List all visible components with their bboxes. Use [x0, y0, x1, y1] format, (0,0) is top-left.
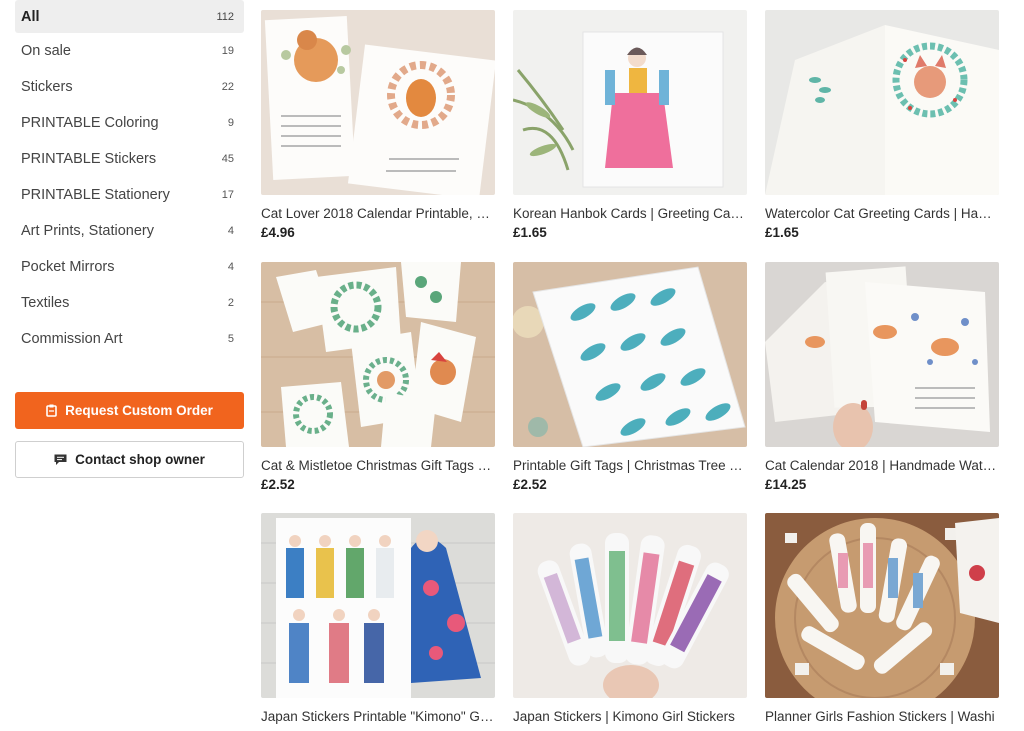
listing-card[interactable]: Planner Girls Fashion Stickers | Washi [765, 513, 999, 724]
listing-card[interactable]: Cat & Mistletoe Christmas Gift Tags Prin… [261, 262, 495, 492]
category-list: All 112 On sale 19 Stickers 22 PRINTABLE Co… [15, 0, 244, 357]
listing-image[interactable] [765, 10, 999, 195]
chat-icon [54, 454, 67, 466]
listing-card[interactable]: Cat Lover 2018 Calendar Printable, Month… [261, 10, 495, 240]
listing-image[interactable] [513, 262, 747, 447]
category-count: 4 [227, 225, 234, 237]
listing-title[interactable]: Planner Girls Fashion Stickers | Washi [765, 709, 999, 724]
clipboard-icon [46, 404, 57, 417]
category-label: Art Prints, Stationery [21, 223, 154, 239]
category-on-sale[interactable]: On sale 19 [15, 33, 244, 69]
category-pocket-mirrors[interactable]: Pocket Mirrors 4 [15, 249, 244, 285]
listing-card[interactable]: Japan Stickers | Kimono Girl Stickers [513, 513, 747, 724]
listing-card[interactable]: Cat Calendar 2018 | Handmade Watercolor … [765, 262, 999, 492]
category-label: On sale [21, 43, 71, 59]
category-count: 5 [227, 333, 234, 345]
category-count: 45 [221, 153, 234, 165]
listing-price: £1.65 [513, 225, 547, 240]
listing-price: £2.52 [513, 477, 547, 492]
listing-image[interactable] [261, 10, 495, 195]
category-label: Stickers [21, 79, 73, 95]
category-count: 2 [227, 297, 234, 309]
category-commission-art[interactable]: Commission Art 5 [15, 321, 244, 357]
category-label: Textiles [21, 295, 70, 311]
listing-image[interactable] [765, 513, 999, 698]
listing-card[interactable]: Japan Stickers Printable "Kimono" Girls [261, 513, 495, 724]
category-label: Pocket Mirrors [21, 259, 115, 275]
category-label: PRINTABLE Coloring [21, 115, 159, 131]
contact-shop-owner-button[interactable]: Contact shop owner [15, 441, 244, 478]
category-count: 9 [227, 117, 234, 129]
category-label: Commission Art [21, 331, 123, 347]
category-textiles[interactable]: Textiles 2 [15, 285, 244, 321]
listing-title[interactable]: Japan Stickers Printable "Kimono" Girls [261, 709, 495, 724]
category-count: 112 [216, 10, 234, 23]
listing-image[interactable] [513, 10, 747, 195]
category-label: All [21, 8, 40, 25]
listing-price: £2.52 [261, 477, 295, 492]
listing-image[interactable] [513, 513, 747, 698]
category-count: 17 [221, 189, 234, 201]
request-custom-order-button[interactable]: Request Custom Order [15, 392, 244, 429]
request-custom-order-label: Request Custom Order [65, 403, 213, 418]
category-printable-stickers[interactable]: PRINTABLE Stickers 45 [15, 141, 244, 177]
listing-price: £1.65 [765, 225, 799, 240]
listing-card[interactable]: Korean Hanbok Cards | Greeting Cards Set… [513, 10, 747, 240]
category-count: 19 [221, 45, 234, 57]
listing-price: £4.96 [261, 225, 295, 240]
listing-card[interactable]: Printable Gift Tags | Christmas Tree Tag… [513, 262, 747, 492]
listing-title[interactable]: Cat Calendar 2018 | Handmade Watercolor [765, 458, 999, 473]
listing-title[interactable]: Cat & Mistletoe Christmas Gift Tags Prin… [261, 458, 495, 473]
category-all[interactable]: All 112 [15, 0, 244, 33]
listing-image[interactable] [765, 262, 999, 447]
category-printable-stationery[interactable]: PRINTABLE Stationery 17 [15, 177, 244, 213]
category-count: 22 [221, 81, 234, 93]
listing-image[interactable] [261, 513, 495, 698]
contact-shop-owner-label: Contact shop owner [75, 452, 205, 467]
category-stickers[interactable]: Stickers 22 [15, 69, 244, 105]
category-label: PRINTABLE Stationery [21, 187, 170, 203]
category-label: PRINTABLE Stickers [21, 151, 157, 167]
listing-title[interactable]: Printable Gift Tags | Christmas Tree Tag… [513, 458, 747, 473]
listing-title[interactable]: Japan Stickers | Kimono Girl Stickers [513, 709, 747, 724]
category-art-prints[interactable]: Art Prints, Stationery 4 [15, 213, 244, 249]
listing-title[interactable]: Watercolor Cat Greeting Cards | Handmade [765, 206, 999, 221]
category-count: 4 [227, 261, 234, 273]
listing-price: £14.25 [765, 477, 807, 492]
listing-title[interactable]: Korean Hanbok Cards | Greeting Cards Set [513, 206, 747, 221]
listing-card[interactable]: Watercolor Cat Greeting Cards | Handmade… [765, 10, 999, 240]
sidebar: All 112 On sale 19 Stickers 22 PRINTABLE Co… [15, 0, 244, 478]
listing-title[interactable]: Cat Lover 2018 Calendar Printable, Month… [261, 206, 495, 221]
category-printable-coloring[interactable]: PRINTABLE Coloring 9 [15, 105, 244, 141]
listing-image[interactable] [261, 262, 495, 447]
